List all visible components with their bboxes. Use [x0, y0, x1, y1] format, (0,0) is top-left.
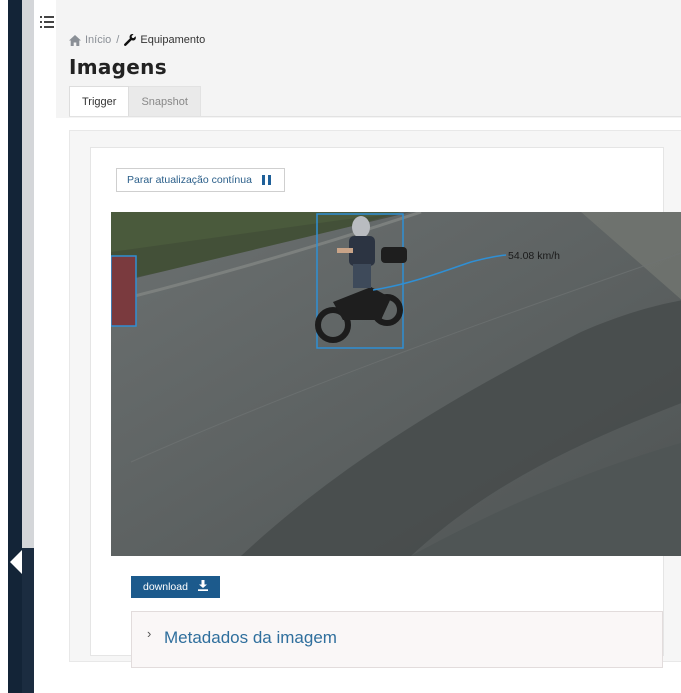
chevron-right-icon: › — [147, 626, 152, 641]
tabs-divider — [69, 116, 681, 117]
breadcrumb-home-link[interactable]: Início — [85, 34, 111, 46]
camera-image: 54.08 km/h — [111, 212, 681, 556]
speed-label: 54.08 km/h — [508, 250, 560, 262]
breadcrumb-current: Equipamento — [140, 34, 206, 46]
download-button[interactable]: download — [131, 576, 220, 598]
pause-refresh-button[interactable]: Parar atualização contínua — [116, 168, 285, 192]
breadcrumb: Início / Equipamento — [69, 34, 205, 46]
tab-trigger[interactable]: Trigger — [69, 86, 130, 116]
sidebar-scroll-track[interactable] — [22, 0, 34, 548]
pause-refresh-label: Parar atualização contínua — [127, 174, 252, 186]
home-icon — [69, 34, 81, 46]
tab-bar: Trigger Snapshot — [69, 86, 201, 116]
image-card: Parar atualização contínua 54.08 km/h do… — [90, 147, 681, 668]
download-label: download — [143, 581, 188, 593]
sidebar-lower — [22, 548, 34, 693]
wrench-icon — [124, 34, 137, 46]
page-title: Imagens — [69, 55, 167, 79]
tab-panel: Parar atualização contínua 54.08 km/h do… — [69, 130, 681, 668]
list-icon[interactable] — [40, 16, 54, 28]
chevron-left-icon[interactable] — [10, 550, 22, 574]
breadcrumb-separator: / — [116, 34, 120, 46]
tab-snapshot[interactable]: Snapshot — [129, 86, 201, 116]
pause-icon — [261, 175, 274, 185]
page-edge — [0, 0, 8, 693]
sidebar-rail — [8, 0, 22, 693]
metadata-label: Metadados da imagem — [164, 628, 337, 647]
main-content: Início / Equipamento Imagens Trigger Sna… — [56, 0, 681, 693]
download-icon — [197, 580, 208, 594]
metadata-accordion[interactable]: › Metadados da imagem — [131, 611, 663, 668]
